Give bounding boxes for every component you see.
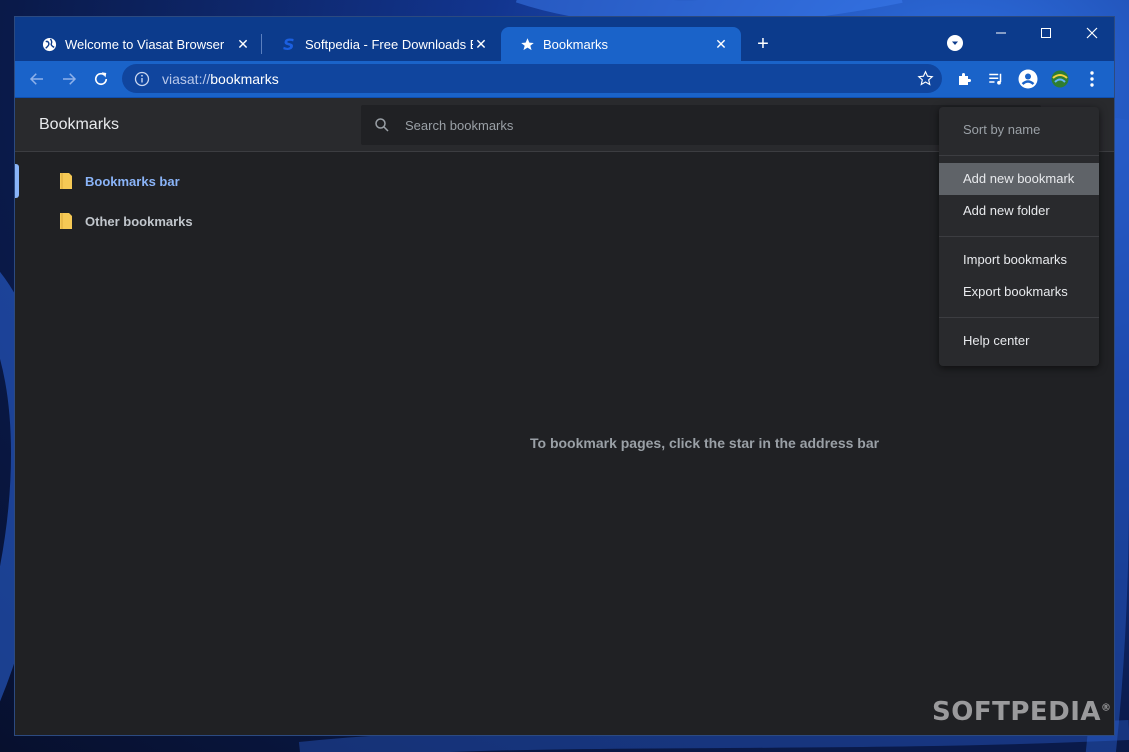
menu-sort-by-name[interactable]: Sort by name bbox=[939, 114, 1099, 146]
bookmark-star-icon[interactable] bbox=[917, 70, 934, 87]
playlist-icon bbox=[989, 73, 1002, 85]
tab-title: Softpedia - Free Downloads Ency bbox=[305, 36, 473, 52]
folder-other-bookmarks[interactable]: Other bookmarks bbox=[15, 204, 315, 238]
arrow-right-icon bbox=[63, 73, 77, 85]
search-icon bbox=[375, 118, 389, 132]
svg-text:S: S bbox=[283, 36, 295, 52]
tab-bookmarks[interactable]: Bookmarks ✕ bbox=[501, 27, 741, 61]
close-window-button[interactable] bbox=[1082, 23, 1102, 43]
avatar-icon bbox=[1018, 69, 1038, 89]
reload-button[interactable] bbox=[91, 69, 111, 89]
back-button[interactable] bbox=[27, 69, 47, 89]
star-icon bbox=[519, 36, 535, 52]
page-title: Bookmarks bbox=[39, 116, 120, 133]
url-path: bookmarks bbox=[210, 70, 279, 87]
puzzle-icon bbox=[959, 73, 971, 85]
close-tab-icon[interactable]: ✕ bbox=[713, 36, 729, 52]
close-tab-icon[interactable]: ✕ bbox=[473, 36, 489, 52]
viasat-logo-icon bbox=[1051, 70, 1069, 88]
chevron-down-icon bbox=[952, 41, 958, 45]
menu-import-bookmarks[interactable]: Import bookmarks bbox=[939, 244, 1099, 276]
folder-bookmarks-bar[interactable]: Bookmarks bar bbox=[15, 164, 315, 198]
forward-button[interactable] bbox=[59, 69, 79, 89]
url-scheme: viasat:// bbox=[162, 70, 211, 87]
minimize-icon bbox=[996, 32, 1006, 34]
tab-title: Welcome to Viasat Browser bbox=[65, 36, 225, 52]
maximize-icon bbox=[1041, 28, 1051, 38]
title-bar: Welcome to Viasat Browser ✕ S Softpedia … bbox=[15, 17, 1114, 61]
folder-label: Other bookmarks bbox=[85, 213, 193, 229]
new-tab-button[interactable]: + bbox=[753, 34, 773, 54]
close-tab-icon[interactable]: ✕ bbox=[235, 36, 251, 52]
tab-title: Bookmarks bbox=[543, 36, 609, 52]
extensions-button[interactable] bbox=[955, 69, 975, 89]
arrow-left-icon bbox=[29, 73, 43, 85]
menu-divider bbox=[939, 155, 1099, 156]
folder-icon bbox=[60, 173, 72, 189]
menu-help-center[interactable]: Help center bbox=[939, 325, 1099, 357]
softpedia-icon: S bbox=[281, 36, 297, 52]
toolbar: viasat://bookmarks bbox=[15, 61, 1114, 97]
more-vert-icon bbox=[1090, 71, 1094, 87]
main-menu-button[interactable] bbox=[1082, 69, 1102, 89]
browser-window: Welcome to Viasat Browser ✕ S Softpedia … bbox=[14, 16, 1115, 736]
empty-state-message: To bookmark pages, click the star in the… bbox=[530, 435, 880, 451]
softpedia-watermark: SOFTPEDIA® bbox=[932, 697, 1112, 727]
viasat-extension-button[interactable] bbox=[1050, 69, 1070, 89]
folder-icon bbox=[60, 213, 72, 229]
info-icon[interactable] bbox=[134, 71, 150, 87]
profile-button[interactable] bbox=[1018, 69, 1038, 89]
close-icon bbox=[1086, 27, 1098, 39]
globe-icon bbox=[41, 36, 57, 52]
menu-divider bbox=[939, 236, 1099, 237]
tab-softpedia[interactable]: S Softpedia - Free Downloads Ency ✕ bbox=[263, 27, 501, 61]
menu-add-new-bookmark[interactable]: Add new bookmark bbox=[939, 163, 1099, 195]
search-input[interactable] bbox=[405, 117, 965, 133]
menu-add-new-folder[interactable]: Add new folder bbox=[939, 195, 1099, 227]
tab-search-button[interactable] bbox=[947, 35, 963, 51]
reload-icon bbox=[94, 72, 108, 86]
tab-welcome[interactable]: Welcome to Viasat Browser ✕ bbox=[23, 27, 263, 61]
maximize-button[interactable] bbox=[1036, 23, 1056, 43]
watermark-text: SOFTPEDIA bbox=[932, 697, 1102, 727]
menu-export-bookmarks[interactable]: Export bookmarks bbox=[939, 276, 1099, 308]
minimize-button[interactable] bbox=[991, 23, 1011, 43]
organize-menu: Sort by name Add new bookmark Add new fo… bbox=[939, 107, 1099, 366]
address-bar[interactable]: viasat://bookmarks bbox=[122, 64, 942, 93]
tab-separator bbox=[261, 34, 262, 54]
media-control-button[interactable] bbox=[986, 69, 1006, 89]
menu-divider bbox=[939, 317, 1099, 318]
folder-label: Bookmarks bar bbox=[85, 173, 180, 189]
